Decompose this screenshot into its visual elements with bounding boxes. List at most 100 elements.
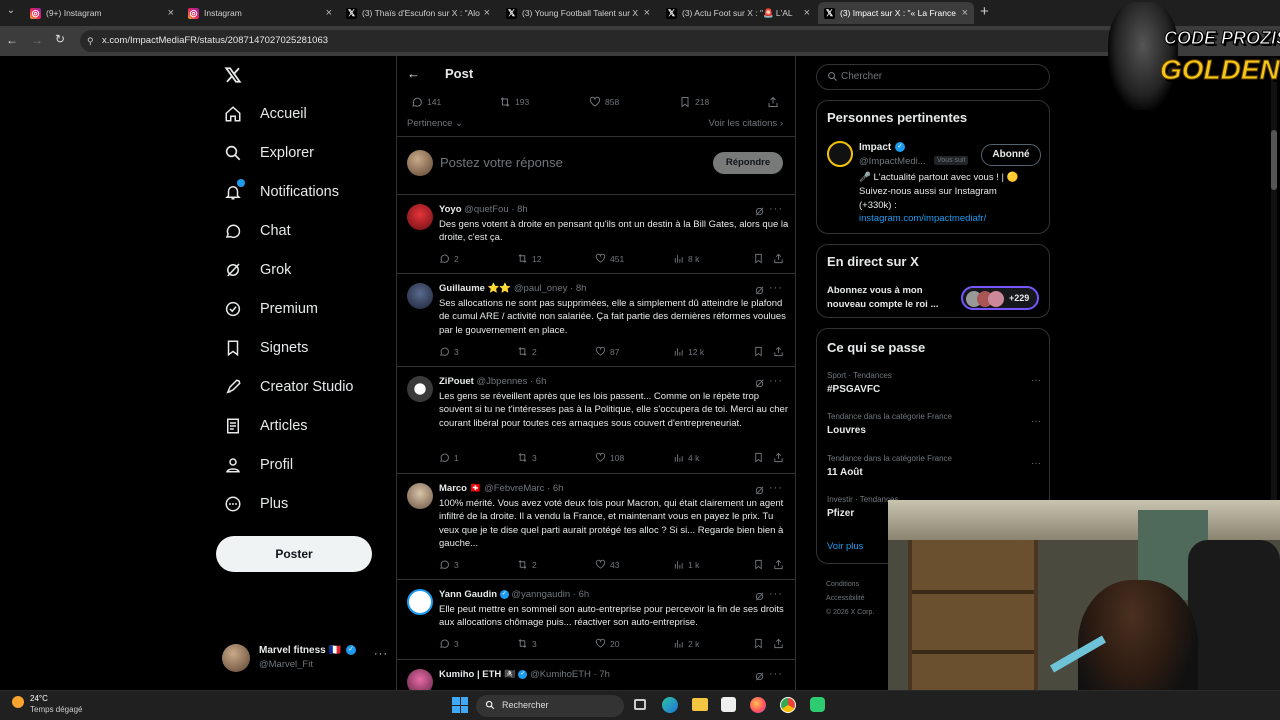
reply-count[interactable]: 3 <box>439 346 459 357</box>
reply-count[interactable]: 1 <box>439 452 459 463</box>
site-info-icon[interactable]: ⚲ <box>87 30 94 52</box>
nav-creator-studio[interactable]: Creator Studio <box>216 369 354 405</box>
repost-count[interactable]: 12 <box>517 253 541 264</box>
browser-tab[interactable]: ◎ (9+) Instagram × <box>24 2 180 24</box>
account-more-icon[interactable]: ··· <box>374 648 388 660</box>
scrollbar-thumb[interactable] <box>1271 130 1277 190</box>
reply-tweet[interactable]: ZiPouet @Jbpennes · 6h ··· Les gens se r… <box>397 366 795 473</box>
close-tab-icon[interactable]: × <box>962 7 968 19</box>
reply-button[interactable]: Répondre <box>713 152 783 174</box>
like-count[interactable]: 858 <box>589 96 619 108</box>
nav-grok[interactable]: Grok <box>216 252 291 288</box>
close-tab-icon[interactable]: × <box>644 7 650 19</box>
more-icon[interactable]: ··· <box>769 668 783 680</box>
browser-tab[interactable]: 𝕏 (3) Actu Foot sur X : "🚨 L'AL × <box>660 2 816 24</box>
reply-input[interactable]: Postez votre réponse <box>440 155 563 170</box>
view-quotes-link[interactable]: Voir les citations › <box>709 118 783 129</box>
close-tab-icon[interactable]: × <box>326 7 332 19</box>
firefox-icon[interactable] <box>750 697 766 713</box>
forward-icon[interactable]: → <box>31 33 43 47</box>
grok-icon[interactable] <box>754 206 765 217</box>
nav-more[interactable]: Plus <box>216 486 288 522</box>
avatar[interactable] <box>827 141 853 167</box>
bookmark-icon[interactable] <box>753 253 768 264</box>
trend-item[interactable]: Tendance dans la catégorie France Louvres… <box>827 412 1041 452</box>
close-tab-icon[interactable]: × <box>804 7 810 19</box>
like-count[interactable]: 108 <box>595 452 624 463</box>
views-count[interactable]: 2 k <box>673 638 699 649</box>
views-count[interactable]: 1 k <box>673 559 699 570</box>
nav-profile[interactable]: Profil <box>216 447 293 483</box>
live-participants[interactable]: +229 <box>961 286 1039 310</box>
more-icon[interactable]: ··· <box>1031 458 1041 469</box>
like-count[interactable]: 87 <box>595 346 619 357</box>
share-icon[interactable] <box>773 253 788 264</box>
new-tab-button[interactable]: + <box>980 3 989 20</box>
nav-notifications[interactable]: Notifications <box>216 174 339 210</box>
share-icon[interactable] <box>773 452 788 463</box>
reply-count[interactable]: 3 <box>439 638 459 649</box>
reload-icon[interactable]: ↻ <box>55 32 65 46</box>
start-button[interactable] <box>452 697 468 713</box>
back-icon[interactable]: ← <box>6 33 18 47</box>
like-count[interactable]: 43 <box>595 559 619 570</box>
more-icon[interactable]: ··· <box>769 375 783 387</box>
weather-widget[interactable]: 24°C Temps dégagé <box>12 694 112 718</box>
repost-count[interactable]: 3 <box>517 638 537 649</box>
post-button[interactable]: Poster <box>216 536 372 572</box>
reply-tweet[interactable]: Marco 🇨🇭 @FebvreMarc · 6h ··· 100% mérit… <box>397 473 795 579</box>
store-icon[interactable] <box>721 697 736 712</box>
tab-search-button[interactable]: ⌄ <box>4 5 18 19</box>
views-count[interactable]: 4 k <box>673 452 699 463</box>
reply-tweet[interactable]: Yann Gaudin ✓ @yanngaudin · 6h ··· Elle … <box>397 579 795 659</box>
task-view-icon[interactable] <box>634 699 646 710</box>
more-icon[interactable]: ··· <box>769 203 783 215</box>
grok-icon[interactable] <box>754 285 765 296</box>
nav-articles[interactable]: Articles <box>216 408 308 444</box>
share-icon[interactable] <box>767 96 783 108</box>
more-icon[interactable]: ··· <box>769 588 783 600</box>
close-tab-icon[interactable]: × <box>168 7 174 19</box>
nav-premium[interactable]: Premium <box>216 291 318 327</box>
edge-icon[interactable] <box>662 697 678 713</box>
sort-dropdown[interactable]: Pertinence ⌄ <box>407 118 463 129</box>
more-icon[interactable]: ··· <box>769 482 783 494</box>
close-tab-icon[interactable]: × <box>484 7 490 19</box>
like-count[interactable]: 451 <box>595 253 624 264</box>
like-count[interactable]: 20 <box>595 638 619 649</box>
x-logo-icon[interactable] <box>224 66 242 84</box>
nav-bookmarks[interactable]: Signets <box>216 330 308 366</box>
reply-count[interactable]: 141 <box>411 96 441 108</box>
show-more-link[interactable]: Voir plus <box>827 541 863 552</box>
share-icon[interactable] <box>773 638 788 649</box>
more-icon[interactable]: ··· <box>1031 375 1041 386</box>
bookmark-icon[interactable] <box>753 638 768 649</box>
file-explorer-icon[interactable] <box>692 698 708 711</box>
reply-tweet[interactable]: Yoyo @quetFou · 8h ··· Des gens votent à… <box>397 194 795 273</box>
repost-count[interactable]: 193 <box>499 96 529 108</box>
repost-count[interactable]: 3 <box>517 452 537 463</box>
nav-home[interactable]: Accueil <box>216 96 307 132</box>
grok-icon[interactable] <box>754 485 765 496</box>
nav-chat[interactable]: Chat <box>216 213 291 249</box>
account-switcher[interactable]: Marvel fitness 🇫🇷 ✓ @Marvel_Fit ··· <box>222 642 392 674</box>
grok-icon[interactable] <box>754 671 765 682</box>
bio-link[interactable]: instagram.com/impactmediafr/ <box>859 213 986 224</box>
bookmark-icon[interactable] <box>753 452 768 463</box>
browser-tab[interactable]: ◎ Instagram × <box>182 2 338 24</box>
repost-count[interactable]: 2 <box>517 559 537 570</box>
nav-explore[interactable]: Explorer <box>216 135 314 171</box>
grok-icon[interactable] <box>754 591 765 602</box>
taskbar-app-icon[interactable] <box>810 697 825 712</box>
share-icon[interactable] <box>773 559 788 570</box>
back-arrow-icon[interactable]: ← <box>407 66 420 81</box>
views-count[interactable]: 12 k <box>673 346 704 357</box>
bookmark-icon[interactable] <box>753 559 768 570</box>
reply-count[interactable]: 2 <box>439 253 459 264</box>
grok-icon[interactable] <box>754 378 765 389</box>
bookmark-icon[interactable] <box>753 346 768 357</box>
browser-tab[interactable]: 𝕏 (3) Thaïs d'Escufon sur X : "Alors × <box>340 2 496 24</box>
browser-tab[interactable]: 𝕏 (3) Young Football Talent sur X : × <box>500 2 656 24</box>
reply-tweet[interactable]: Guillaume ⭐⭐ @paul_oney · 8h ··· Ses all… <box>397 273 795 366</box>
share-icon[interactable] <box>773 346 788 357</box>
